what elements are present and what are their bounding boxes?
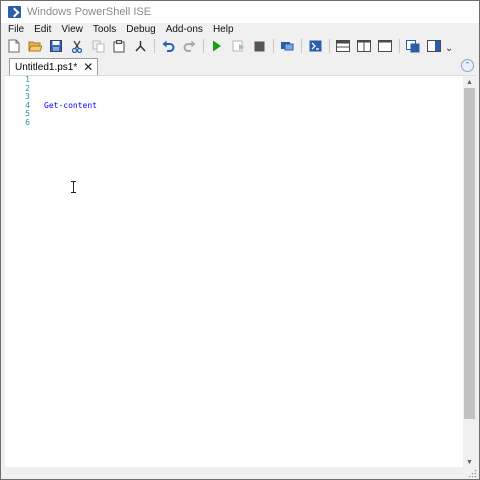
show-script-pane-top-button[interactable] <box>335 38 351 54</box>
cut-icon <box>71 40 83 53</box>
show-script-pane-max-icon <box>378 40 392 52</box>
menu-file[interactable]: File <box>1 23 29 37</box>
collapse-script-pane-icon[interactable]: ⌃ <box>461 59 474 72</box>
start-powershell-button[interactable] <box>307 38 323 54</box>
toolbar-separator <box>203 39 204 53</box>
show-script-pane-right-icon <box>357 40 371 52</box>
status-bar <box>1 467 479 479</box>
title-bar: Windows PowerShell ISE <box>1 1 479 23</box>
menu-view[interactable]: View <box>56 23 88 37</box>
show-script-pane-max-button[interactable] <box>377 38 393 54</box>
toolbar-separator <box>273 39 274 53</box>
text-cursor-icon <box>71 181 76 193</box>
clear-console-icon <box>134 41 146 52</box>
show-command-window-button[interactable] <box>405 38 421 54</box>
stop-icon <box>254 41 264 51</box>
powershell-app-icon <box>8 6 21 18</box>
vertical-scrollbar[interactable]: ▲ ▼ <box>463 76 476 468</box>
line-number-gutter: 1 2 3 4 5 6 <box>5 75 35 468</box>
toolbar-overflow-icon[interactable]: ⌄ <box>445 38 453 54</box>
resize-grip-icon[interactable] <box>468 469 477 478</box>
save-icon <box>50 40 62 52</box>
show-command-addon-icon <box>427 40 441 52</box>
run-script-button[interactable] <box>209 38 225 54</box>
toolbar-separator <box>154 39 155 53</box>
cut-button[interactable] <box>69 38 85 54</box>
stop-button[interactable] <box>251 38 267 54</box>
toolbar: ⌄ <box>1 37 479 55</box>
scrollbar-thumb[interactable] <box>464 88 475 419</box>
scroll-up-icon[interactable]: ▲ <box>463 76 476 88</box>
line-number: 6 <box>25 117 30 127</box>
script-editor[interactable]: 1 2 3 4 5 6 Get-content ▲ ▼ <box>5 75 476 468</box>
menu-tools[interactable]: Tools <box>88 23 121 37</box>
save-button[interactable] <box>48 38 64 54</box>
redo-button[interactable] <box>181 38 197 54</box>
copy-icon <box>92 40 104 52</box>
run-selection-icon <box>232 40 244 52</box>
menu-bar: File Edit View Tools Debug Add-ons Help <box>1 23 479 37</box>
new-file-button[interactable] <box>6 38 22 54</box>
code-line-cmdlet: Get-content <box>44 100 97 110</box>
redo-icon <box>183 40 195 52</box>
tab-untitled1[interactable]: Untitled1.ps1* ✕ <box>9 58 99 75</box>
menu-add-ons[interactable]: Add-ons <box>161 23 208 37</box>
undo-icon <box>162 40 174 52</box>
menu-debug[interactable]: Debug <box>121 23 160 37</box>
menu-help[interactable]: Help <box>208 23 239 37</box>
open-button[interactable] <box>27 38 43 54</box>
menu-edit[interactable]: Edit <box>29 23 56 37</box>
script-tab-strip: Untitled1.ps1* ✕ ⌃ <box>1 56 479 75</box>
new-remote-tab-button[interactable] <box>279 38 295 54</box>
toolbar-separator <box>329 39 330 53</box>
copy-button[interactable] <box>90 38 106 54</box>
toolbar-separator <box>399 39 400 53</box>
paste-button[interactable] <box>111 38 127 54</box>
powershell-ise-window: Windows PowerShell ISE File Edit View To… <box>0 0 480 480</box>
show-script-pane-right-button[interactable] <box>356 38 372 54</box>
show-command-window-icon <box>406 39 420 52</box>
paste-icon <box>113 39 125 52</box>
show-script-pane-top-icon <box>336 40 350 52</box>
toolbar-separator <box>301 39 302 53</box>
clear-console-button[interactable] <box>132 38 148 54</box>
undo-button[interactable] <box>160 38 176 54</box>
show-command-addon-button[interactable] <box>426 38 442 54</box>
run-script-icon <box>213 40 221 52</box>
open-folder-icon <box>28 41 42 52</box>
new-file-icon <box>8 39 20 53</box>
run-selection-button[interactable] <box>230 38 246 54</box>
start-powershell-icon <box>309 40 321 52</box>
close-icon[interactable]: ✕ <box>83 61 93 73</box>
new-remote-tab-icon <box>281 42 294 51</box>
tab-label: Untitled1.ps1* <box>15 61 78 73</box>
window-title: Windows PowerShell ISE <box>27 6 152 18</box>
